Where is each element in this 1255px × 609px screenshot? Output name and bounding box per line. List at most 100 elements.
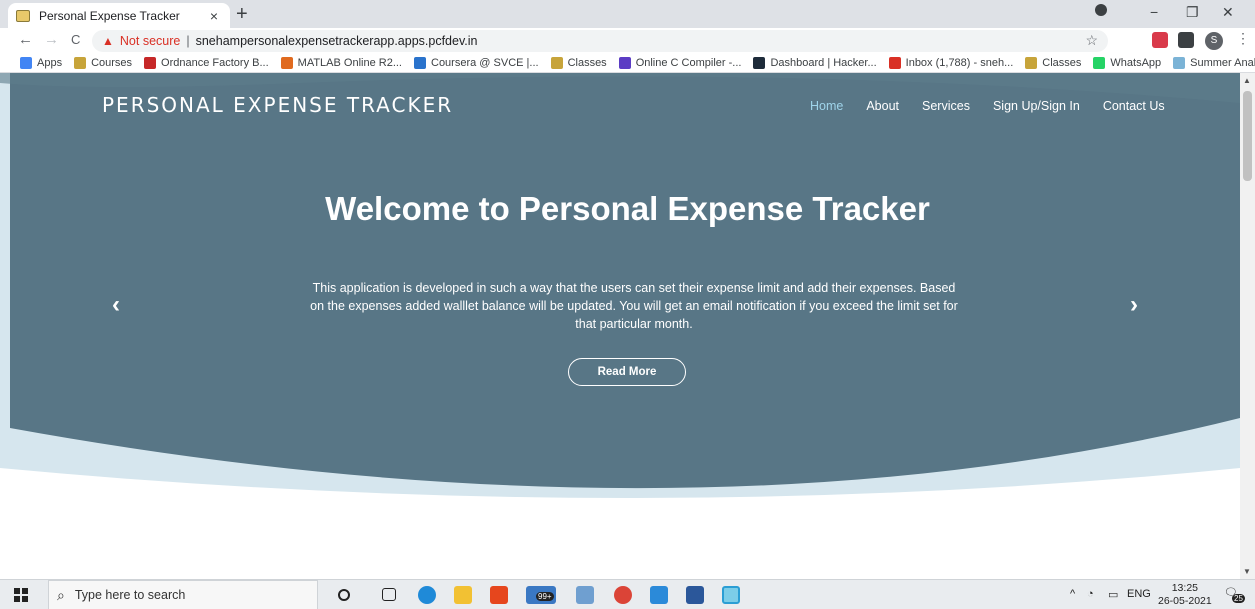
nav-link-home[interactable]: Home [810, 99, 843, 113]
bookmark-item[interactable]: Classes [1025, 57, 1081, 69]
browser-toolbar: ← → C ▲ Not secure | snehampersonalexpen… [0, 28, 1255, 54]
hero-headline: Welcome to Personal Expense Tracker [325, 190, 930, 227]
pocket-extension-icon[interactable] [1152, 32, 1168, 48]
bookmark-item[interactable]: Online C Compiler -... [618, 57, 742, 69]
whatsapp-icon [1093, 57, 1106, 69]
tab-strip: Personal Expense Tracker × + − ❐ ✕ [0, 0, 1255, 28]
url-text[interactable]: snehampersonalexpensetrackerapp.apps.pcf… [196, 34, 478, 48]
app-icon[interactable] [722, 586, 740, 604]
bookmark-item[interactable]: WhatsApp [1093, 57, 1161, 69]
site-brand[interactable]: PERSONAL EXPENSE TRACKER [102, 93, 453, 117]
media-player-icon[interactable] [576, 586, 594, 604]
compiler-icon [618, 57, 631, 69]
bookmark-item[interactable]: Inbox (1,788) - sneh... [888, 57, 1014, 69]
carousel-prev-icon[interactable]: ‹ [112, 291, 120, 319]
page-viewport: PERSONAL EXPENSE TRACKER Home About Servic… [0, 73, 1240, 579]
bookmark-item[interactable]: Ordnance Factory B... [144, 57, 269, 69]
network-icon[interactable]: ◔ [1087, 588, 1094, 600]
extensions-puzzle-icon[interactable] [1178, 32, 1194, 48]
mail-icon[interactable]: 99+ [526, 586, 556, 604]
site-nav: Home About Services Sign Up/Sign In Contact … [810, 99, 1188, 113]
taskbar-search[interactable]: ⌕ Type here to search [48, 580, 318, 609]
back-icon[interactable]: ← [18, 31, 33, 49]
forward-icon[interactable]: → [44, 31, 59, 49]
search-placeholder: Type here to search [74, 588, 186, 602]
bookmark-item[interactable]: Dashboard | Hacker... [753, 57, 877, 69]
folder-icon [74, 57, 87, 69]
coursera-icon [414, 57, 426, 69]
task-view-icon[interactable] [382, 588, 396, 601]
carousel-next-icon[interactable]: › [1130, 291, 1138, 319]
bookmark-label: MATLAB Online R2... [297, 57, 402, 69]
bookmark-item[interactable]: Summer Analytics 2... [1173, 57, 1255, 69]
word-icon[interactable] [686, 586, 704, 604]
edge-icon[interactable] [418, 586, 436, 604]
windows-taskbar: ⌕ Type here to search 99+ ^ ◔ ▭ ENG 13:2… [0, 579, 1255, 609]
nav-link-services[interactable]: Services [922, 99, 970, 113]
office-icon[interactable] [490, 586, 508, 604]
close-window-icon[interactable]: ✕ [1222, 2, 1234, 22]
bookmark-label: WhatsApp [1110, 57, 1162, 69]
matlab-icon [280, 57, 293, 69]
minimize-icon[interactable]: − [1150, 2, 1158, 22]
photos-icon[interactable] [650, 586, 668, 604]
bookmark-label: Dashboard | Hacker... [770, 57, 877, 69]
security-indicator[interactable]: Not secure [120, 34, 180, 48]
bookmark-label: Apps [37, 57, 63, 69]
browser-tab[interactable]: Personal Expense Tracker × [8, 3, 230, 28]
clock-time: 13:25 [1171, 582, 1198, 594]
bookmark-item[interactable]: MATLAB Online R2... [280, 57, 402, 69]
hackerrank-icon [753, 57, 766, 69]
hero-description: This application is developed in such a … [310, 281, 958, 331]
language-indicator[interactable]: ENG [1127, 588, 1151, 600]
profile-dot-icon[interactable] [1095, 4, 1107, 16]
tray-caret-icon[interactable]: ^ [1070, 588, 1075, 600]
chrome-icon[interactable] [614, 586, 632, 604]
profile-avatar[interactable]: S [1205, 32, 1223, 50]
bookmark-label: Ordnance Factory B... [161, 57, 269, 69]
analytics-icon [1173, 57, 1186, 69]
ofb-icon [144, 57, 157, 69]
scroll-up-icon[interactable]: ▲ [1243, 76, 1251, 85]
bookmark-star-icon[interactable]: ☆ [1085, 32, 1098, 49]
address-bar[interactable]: ▲ Not secure | snehampersonalexpensetrac… [92, 30, 1108, 52]
page-scrollbar[interactable]: ▲ ▼ [1240, 73, 1255, 579]
warning-icon: ▲ [102, 34, 114, 48]
taskbar-clock[interactable]: 13:25 26-05-2021 [1158, 582, 1212, 608]
bookmark-item[interactable]: Classes [550, 57, 607, 69]
nav-link-sign-up-sign-in[interactable]: Sign Up/Sign In [993, 99, 1080, 113]
bookmark-item[interactable]: Coursera @ SVCE |... [414, 57, 539, 69]
bookmark-label: Courses [91, 57, 133, 69]
scrollbar-thumb[interactable] [1243, 91, 1252, 181]
read-more-button[interactable]: Read More [568, 358, 686, 386]
maximize-icon[interactable]: ❐ [1186, 2, 1199, 22]
bookmark-label: Online C Compiler -... [635, 57, 742, 69]
menu-icon[interactable]: ⋮ [1236, 30, 1250, 47]
bookmark-item[interactable]: Courses [74, 57, 132, 69]
bookmark-label: Classes [567, 57, 607, 69]
address-separator: | [186, 34, 190, 48]
bookmark-label: Inbox (1,788) - sneh... [905, 57, 1014, 69]
bookmarks-bar: Apps Courses Ordnance Factory B... MATLAB O… [0, 54, 1255, 73]
tab-close-icon[interactable]: × [206, 8, 222, 24]
site-favicon-icon [16, 9, 30, 22]
bookmark-label: Summer Analytics 2... [1190, 57, 1255, 69]
mail-badge: 99+ [536, 592, 554, 601]
classroom-icon [550, 57, 563, 69]
search-icon: ⌕ [57, 586, 65, 603]
scroll-down-icon[interactable]: ▼ [1243, 567, 1251, 576]
nav-link-contact-us[interactable]: Contact Us [1103, 99, 1165, 113]
bookmark-label: Classes [1042, 57, 1082, 69]
gmail-icon [888, 57, 901, 69]
notification-count: 25 [1232, 594, 1245, 603]
new-tab-button[interactable]: + [236, 3, 248, 25]
tab-title: Personal Expense Tracker [39, 8, 180, 23]
nav-link-about[interactable]: About [866, 99, 899, 113]
bookmark-item[interactable]: Apps [20, 57, 62, 69]
reload-icon[interactable]: C [71, 31, 80, 49]
windows-start-icon[interactable] [14, 588, 28, 602]
bookmark-label: Coursera @ SVCE |... [431, 57, 539, 69]
cortana-icon[interactable] [338, 589, 350, 601]
file-explorer-icon[interactable] [454, 586, 472, 604]
battery-icon[interactable]: ▭ [1108, 588, 1118, 601]
